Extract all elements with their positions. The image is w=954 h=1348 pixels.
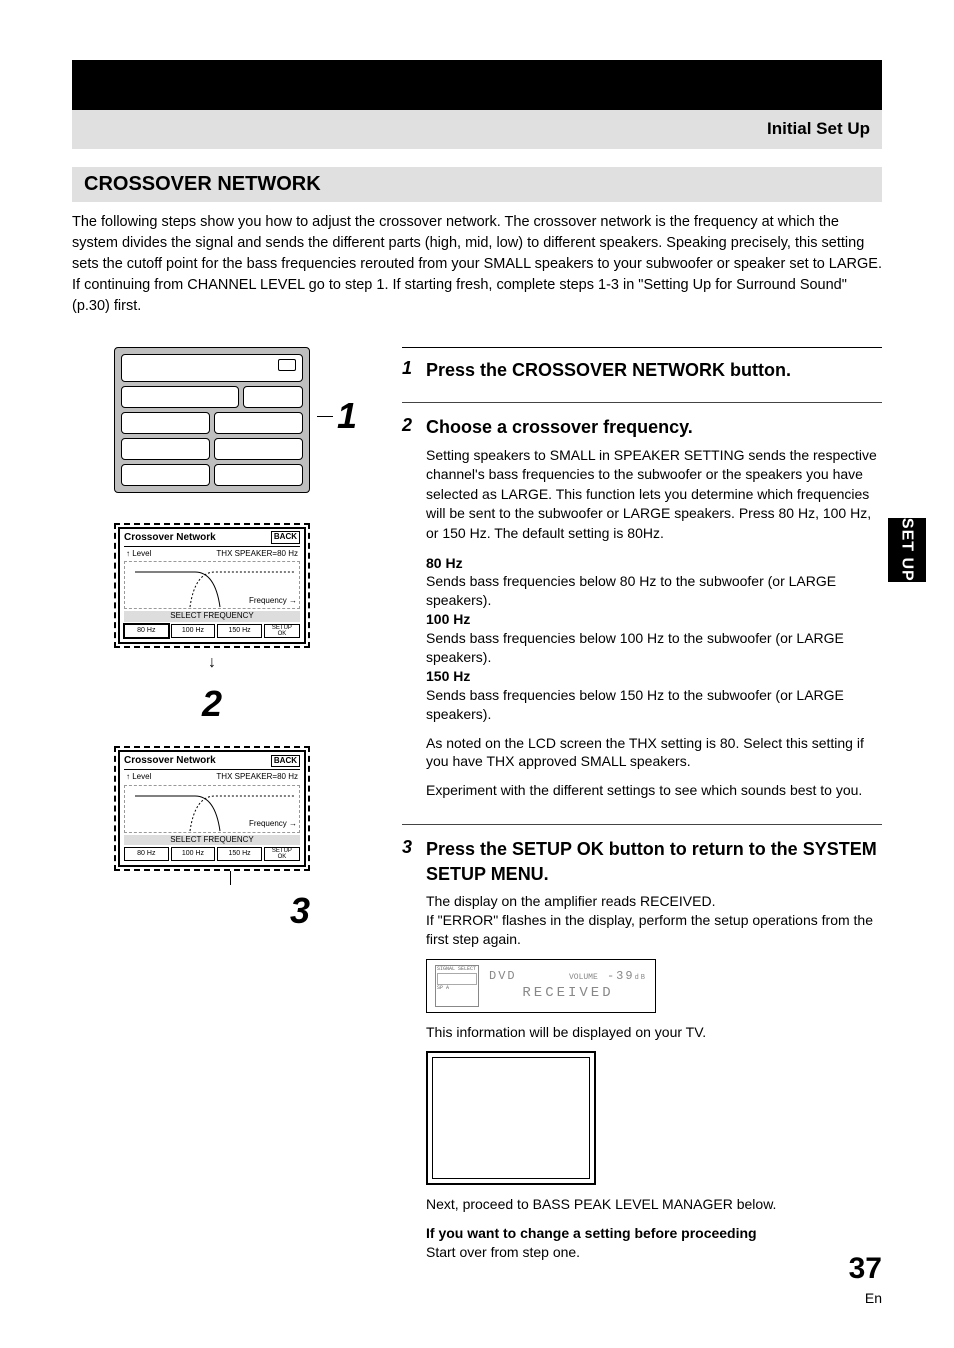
remote-button — [214, 412, 303, 434]
step-1-title: Press the CROSSOVER NETWORK button. — [426, 358, 882, 382]
lcd-title: Crossover Network — [124, 754, 216, 768]
lcd-level-label: ↑ Level — [126, 772, 151, 783]
section-title: CROSSOVER NETWORK — [84, 173, 321, 195]
lcd-frequency-label: Frequency → — [249, 596, 297, 607]
down-arrow-icon: ↓ — [208, 652, 216, 674]
lcd-150hz-button: 150 Hz — [217, 624, 262, 638]
remote-button — [214, 438, 303, 460]
lcd-level-label: ↑ Level — [126, 549, 151, 560]
callout-2-label: 2 — [202, 680, 222, 729]
page-footer: 37 En — [849, 1249, 882, 1308]
lcd-thx-label: THX SPEAKER=80 Hz — [216, 772, 298, 783]
step-2-title: Choose a crossover frequency. — [426, 415, 882, 439]
lcd-150hz-button: 150 Hz — [217, 847, 262, 861]
remote-display — [121, 354, 303, 382]
side-tab-label: SET UP — [896, 518, 918, 582]
callout-3-label: 3 — [114, 887, 310, 936]
side-tab: SET UP — [888, 518, 926, 582]
illustration-column: 1 Crossover Network BACK ↑ Level THX SPE… — [72, 347, 352, 1276]
step-3-line2: If "ERROR" flashes in the display, perfo… — [426, 911, 882, 949]
freq-150-title: 150 Hz — [426, 667, 882, 686]
lcd-graph: Frequency → — [124, 561, 300, 609]
remote-button — [121, 464, 210, 486]
freq-150-body: Sends bass frequencies below 150 Hz to t… — [426, 686, 882, 724]
page-language: En — [849, 1289, 882, 1308]
lcd-back-button: BACK — [271, 755, 300, 768]
lcd-frequency-label: Frequency → — [249, 819, 297, 830]
step-3-tv-note: This information will be displayed on yo… — [426, 1023, 882, 1042]
freq-100-title: 100 Hz — [426, 610, 882, 629]
amp-status: RECEIVED — [489, 984, 647, 1003]
page-number: 37 — [849, 1249, 882, 1290]
instructions-column: 1 Press the CROSSOVER NETWORK button. 2 … — [402, 347, 882, 1276]
step-2-number: 2 — [402, 413, 416, 810]
step-1-number: 1 — [402, 356, 416, 388]
lcd-graph: Frequency → — [124, 785, 300, 833]
lcd-setup-ok-button: SETUPOK — [264, 847, 300, 861]
callout-1-label: 1 — [337, 392, 357, 441]
lcd-100hz-button: 100 Hz — [171, 624, 216, 638]
freq-100-body: Sends bass frequencies below 100 Hz to t… — [426, 629, 882, 667]
freq-80-body: Sends bass frequencies below 80 Hz to th… — [426, 572, 882, 610]
remote-crossover-button — [243, 386, 303, 408]
remote-button — [214, 464, 303, 486]
amp-volume: VOLUME -39dB — [569, 968, 647, 984]
divider — [402, 824, 882, 825]
amp-signal-box: SIGNAL SELECT SP A — [435, 965, 479, 1007]
step-2-note-thx: As noted on the LCD screen the THX setti… — [426, 734, 882, 772]
header-chapter: Initial Set Up — [767, 118, 870, 141]
tv-screen-illustration — [426, 1051, 596, 1185]
lcd-80hz-button: 80 Hz — [124, 624, 169, 638]
lcd-back-button: BACK — [271, 531, 300, 544]
remote-button — [121, 438, 210, 460]
callout-3-line — [230, 871, 231, 885]
lcd-select-label: SELECT FREQUENCY — [124, 611, 300, 622]
lcd-100hz-button: 100 Hz — [171, 847, 216, 861]
step-2-note-experiment: Experiment with the different settings t… — [426, 781, 882, 800]
divider — [402, 402, 882, 403]
step-3-line1: The display on the amplifier reads RECEI… — [426, 892, 882, 911]
remote-display-indicator — [278, 359, 296, 371]
amp-source: DVD — [489, 968, 517, 984]
step-3-number: 3 — [402, 835, 416, 1262]
step-2-body: Setting speakers to SMALL in SPEAKER SET… — [426, 446, 882, 544]
freq-80-title: 80 Hz — [426, 554, 882, 573]
remote-button — [121, 412, 210, 434]
step-3-title: Press the SETUP OK button to return to t… — [426, 837, 882, 886]
intro-paragraph: The following steps show you how to adju… — [72, 212, 882, 317]
lcd-select-label: SELECT FREQUENCY — [124, 835, 300, 846]
step-3-change-body: Start over from step one. — [426, 1243, 882, 1262]
amplifier-display: SIGNAL SELECT SP A DVD VOLUME -39dB RECE… — [426, 959, 656, 1013]
section-title-bar: CROSSOVER NETWORK — [72, 167, 882, 202]
lcd-80hz-button: 80 Hz — [124, 847, 169, 861]
remote-wide-button — [121, 386, 239, 408]
lcd-setup-ok-button: SETUPOK — [264, 624, 300, 638]
step-3-change-title: If you want to change a setting before p… — [426, 1224, 882, 1243]
step-3-next: Next, proceed to BASS PEAK LEVEL MANAGER… — [426, 1195, 882, 1214]
lcd-title: Crossover Network — [124, 531, 216, 545]
header-chapter-bar: Initial Set Up — [72, 110, 882, 149]
lcd-screen-1: Crossover Network BACK ↑ Level THX SPEAK… — [114, 523, 310, 648]
lcd-screen-2: Crossover Network BACK ↑ Level THX SPEAK… — [114, 746, 310, 871]
remote-illustration: 1 — [114, 347, 310, 493]
lcd-thx-label: THX SPEAKER=80 Hz — [216, 549, 298, 560]
callout-1: 1 — [317, 392, 357, 441]
header-black-bar — [72, 60, 882, 110]
